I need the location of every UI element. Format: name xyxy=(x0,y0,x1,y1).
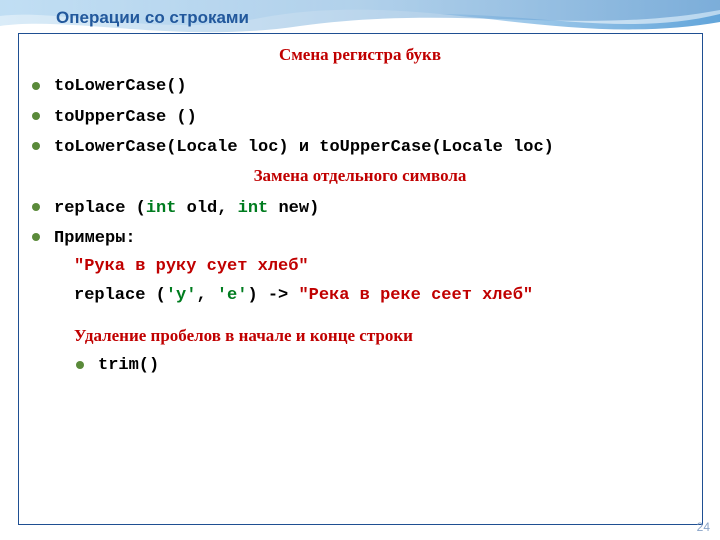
slide-content: Смена регистра букв toLowerCase() toUppe… xyxy=(30,40,690,380)
example-line-2: replace ('у', 'е') -> "Река в реке сеет … xyxy=(74,283,690,309)
trim-block: Удаление пробелов в начале и конце строк… xyxy=(30,323,690,380)
list-item: trim() xyxy=(74,351,690,379)
code-frag: replace ( xyxy=(74,286,166,305)
result-string: "Река в реке сеет хлеб" xyxy=(298,286,533,305)
section-heading-replace: Замена отдельного символа xyxy=(30,163,690,189)
slide-title: Операции со строками xyxy=(56,8,249,28)
list-item: replace (int old, int new) xyxy=(30,194,690,222)
example-block: "Рука в руку сует хлеб" replace ('у', 'е… xyxy=(30,254,690,309)
char-literal: 'у' xyxy=(166,286,197,305)
code-text: toUpperCase () xyxy=(54,108,197,127)
list-item: Примеры: xyxy=(30,224,690,252)
code-frag: old, xyxy=(176,199,237,218)
code-text: toLowerCase() xyxy=(54,77,187,96)
code-frag: , xyxy=(196,286,216,305)
list-item: toLowerCase(Locale loc) и toUpperCase(Lo… xyxy=(30,133,690,161)
list-item: toUpperCase () xyxy=(30,103,690,131)
code-text: replace (int old, int new) xyxy=(54,199,319,218)
example-string-1: "Рука в руку сует хлеб" xyxy=(74,254,690,280)
list-item: toLowerCase() xyxy=(30,72,690,100)
char-literal: 'е' xyxy=(217,286,248,305)
bullet-list-case: toLowerCase() toUpperCase () toLowerCase… xyxy=(30,72,690,161)
code-frag: ) -> xyxy=(247,286,298,305)
code-frag: replace ( xyxy=(54,199,146,218)
keyword: int xyxy=(238,199,269,218)
bullet-list-trim: trim() xyxy=(74,351,690,379)
code-text: toLowerCase(Locale loc) и toUpperCase(Lo… xyxy=(54,138,554,157)
page-number: 24 xyxy=(697,520,710,534)
code-frag: new) xyxy=(268,199,319,218)
keyword: int xyxy=(146,199,177,218)
bullet-list-replace: replace (int old, int new) Примеры: xyxy=(30,194,690,253)
examples-label: Примеры: xyxy=(54,229,136,248)
section-heading-case: Смена регистра букв xyxy=(30,42,690,68)
code-text: trim() xyxy=(98,356,159,375)
section-heading-trim: Удаление пробелов в начале и конце строк… xyxy=(74,323,690,349)
